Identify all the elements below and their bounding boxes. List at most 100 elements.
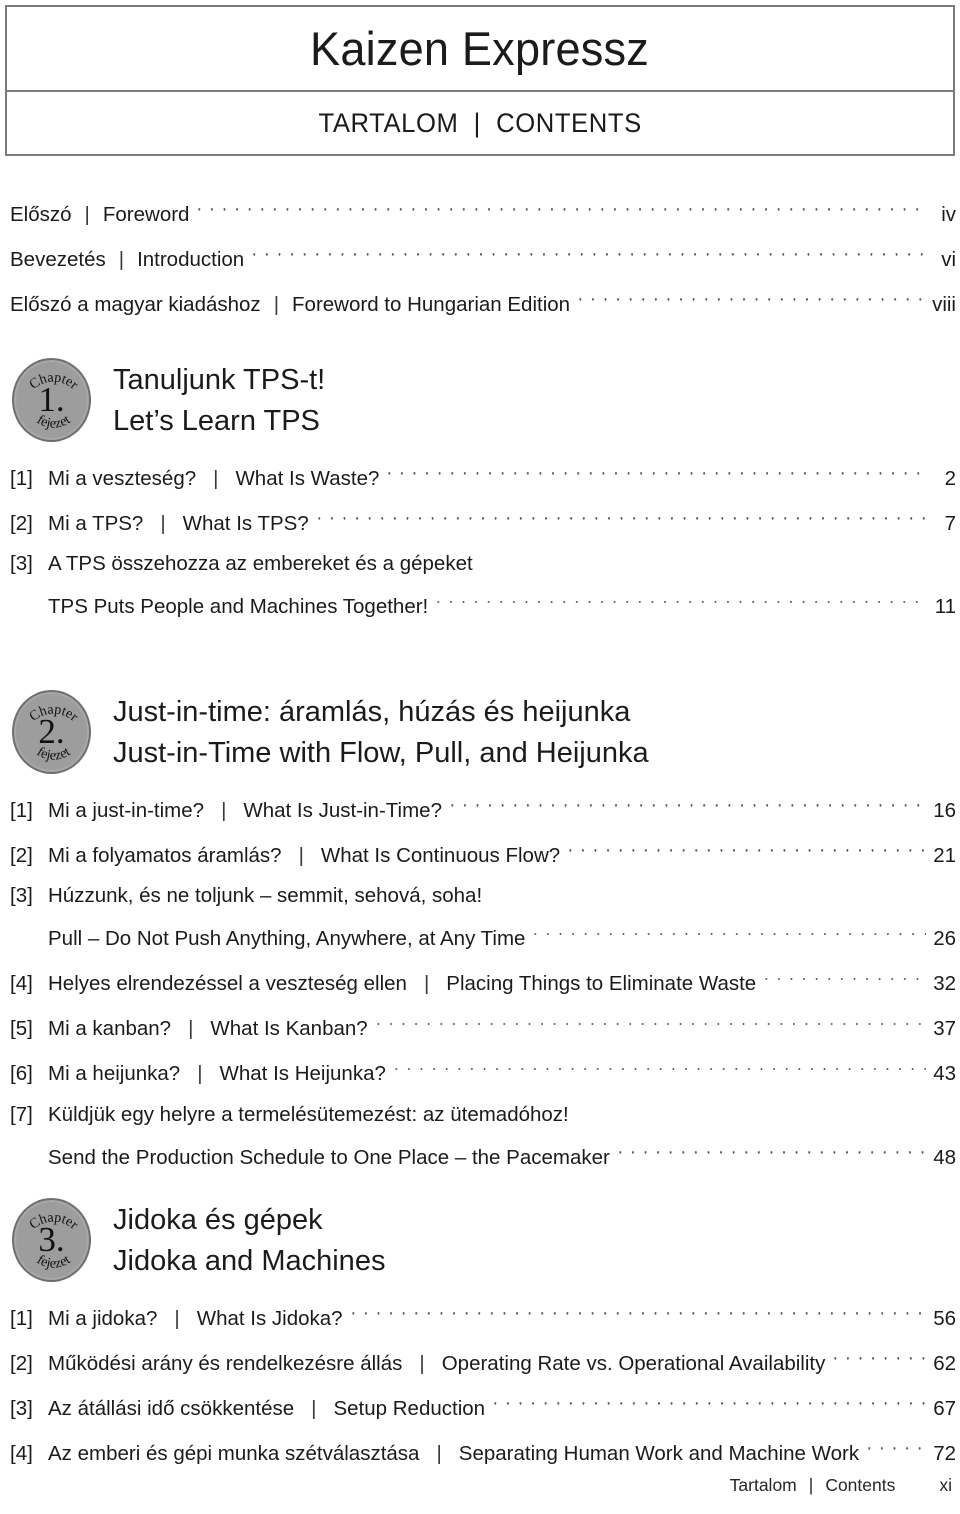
chapter-heading: Chapter fejezet 1. Tanuljunk TPS-t! Let’s Le… <box>10 358 956 450</box>
toc-entry-line[interactable]: [1] Mi a jidoka? | What Is Jidoka? 56 <box>10 1304 956 1329</box>
dot-leader <box>829 1349 926 1370</box>
footer-label-hu: Tartalom <box>729 1475 797 1495</box>
chapter-block: Chapter fejezet 2. Just-in-time: áramlás, h… <box>10 690 956 1188</box>
toc-entry-title-hu: Mi a heijunka? <box>48 1062 181 1085</box>
chapter-title-hu: Just-in-time: áramlás, húzás és heijunka <box>113 696 631 728</box>
toc-entry-title-en: Pull – Do Not Push Anything, Anywhere, a… <box>48 927 526 950</box>
toc-entry-separator: | <box>174 1306 180 1330</box>
chapter-title-group: Tanuljunk TPS-t! Let’s Learn TPS <box>113 358 956 442</box>
toc-entry-line[interactable]: [3] A TPS összehozza az embereket és a gé… <box>10 552 956 575</box>
toc-entry-title-en: Setup Reduction <box>333 1396 486 1420</box>
dot-leader <box>445 796 926 817</box>
front-matter-label-en: Foreword to Hungarian Edition <box>292 292 571 316</box>
front-matter-label-hu: Bevezetés <box>10 247 106 271</box>
toc-entry-line[interactable]: Send the Production Schedule to One Plac… <box>10 1143 956 1168</box>
dot-leader <box>312 509 926 530</box>
toc-entry-title-hu: Mi a veszteség? <box>48 466 197 490</box>
toc-entry-line[interactable]: [3] Húzzunk, és ne toljunk – semmit, seho… <box>10 885 956 907</box>
toc-entry-number: [1] <box>10 466 33 490</box>
chapter-title-hu: Jidoka és gépek <box>113 1204 323 1236</box>
book-title-row: Kaizen Expressz <box>7 7 953 92</box>
toc-entry-line[interactable]: [2] Működési arány és rendelkezésre állás… <box>10 1349 956 1374</box>
front-matter-row[interactable]: Előszó | Foreword iv <box>10 200 956 225</box>
toc-entry-line[interactable]: [3] Az átállási idő csökkentése | Setup Red… <box>10 1394 956 1419</box>
toc-entry-title-hu: Mi a TPS? <box>48 511 144 535</box>
toc-entry-separator: | <box>188 1017 194 1040</box>
toc-entry-title-en: Placing Things to Eliminate Waste <box>446 972 757 995</box>
toc-entry-title-hu: Küldjük egy helyre a termelésütemezést: … <box>48 1102 569 1126</box>
toc-entry-line[interactable]: [6] Mi a heijunka? | What Is Heijunka? 43 <box>10 1060 956 1085</box>
toc-entry-page-number: 48 <box>933 1145 956 1169</box>
toc-entry-line[interactable]: [1] Mi a veszteség? | What Is Waste? 2 <box>10 464 956 489</box>
front-matter-label-en: Foreword <box>102 202 190 226</box>
toc-entry-title-hu: Mi a jidoka? <box>48 1306 158 1330</box>
toc-entry-line[interactable]: [2] Mi a TPS? | What Is TPS? 7 <box>10 509 956 534</box>
toc-entry-page-number: 43 <box>933 1062 956 1085</box>
toc-page: Kaizen Expressz TARTALOM | CONTENTS Előszó… <box>0 0 960 1514</box>
toc-entry-page-number: 26 <box>933 927 956 950</box>
toc-entry-title-hu: Mi a folyamatos áramlás? <box>48 843 282 867</box>
toc-entry: [4] Helyes elrendezéssel a veszteség elle… <box>10 970 956 995</box>
toc-entry-number: [6] <box>10 1062 33 1085</box>
toc-entry-title-en: Separating Human Work and Machine Work <box>458 1441 860 1465</box>
chapter-title-hu: Tanuljunk TPS-t! <box>113 364 326 396</box>
front-matter-label-hu: Előszó <box>10 202 72 226</box>
front-matter-row[interactable]: Bevezetés | Introduction vi <box>10 245 956 270</box>
toc-entry-page-number: 56 <box>933 1306 956 1330</box>
toc-entry-line[interactable]: [4] Az emberi és gépi munka szétválasztás… <box>10 1439 956 1464</box>
toc-entry-title-en: What Is Jidoka? <box>196 1306 343 1330</box>
toc-entry-line[interactable]: [4] Helyes elrendezéssel a veszteség elle… <box>10 970 956 995</box>
toc-entry-line[interactable]: [2] Mi a folyamatos áramlás? | What Is Cont… <box>10 841 956 866</box>
dot-leader <box>760 970 926 991</box>
toc-entry-page-number: 21 <box>933 843 956 867</box>
toc-entry: [1] Mi a jidoka? | What Is Jidoka? 56 <box>10 1304 956 1329</box>
dot-leader <box>432 593 926 614</box>
front-matter-page-number: iv <box>941 202 956 226</box>
front-matter-label-en: Introduction <box>137 247 245 271</box>
dot-leader <box>371 1015 926 1036</box>
chapter-heading: Chapter fejezet 2. Just-in-time: áramlás, h… <box>10 690 956 782</box>
toc-entry-title-hu: Helyes elrendezéssel a veszteség ellen <box>48 972 407 995</box>
toc-entry-title-en: Send the Production Schedule to One Plac… <box>48 1145 610 1169</box>
chapter-title-en: Jidoka and Machines <box>113 1245 386 1278</box>
toc-entry-separator: | <box>221 798 227 822</box>
front-matter-separator: | <box>118 247 125 271</box>
dot-leader <box>574 290 926 311</box>
toc-entry-line[interactable]: TPS Puts People and Machines Together! 11 <box>10 593 956 618</box>
footer-page-number: xi <box>939 1475 952 1495</box>
contents-heading-separator: | <box>473 107 481 138</box>
toc-entry-page-number: 37 <box>933 1017 956 1040</box>
page-footer: Tartalom | Contents xi <box>0 1475 956 1496</box>
toc-entry-title-hu: A TPS összehozza az embereket és a gépek… <box>48 552 473 575</box>
chapter-title-group: Jidoka és gépek Jidoka and Machines <box>113 1198 956 1282</box>
toc-entry-page-number: 62 <box>933 1351 956 1375</box>
toc-entry-number: [1] <box>10 1306 33 1330</box>
toc-entry-line[interactable]: [5] Mi a kanban? | What Is Kanban? 37 <box>10 1015 956 1040</box>
toc-entry-line[interactable]: [1] Mi a just-in-time? | What Is Just-in-Ti… <box>10 796 956 821</box>
toc-entry: [3] Az átállási idő csökkentése | Setup Red… <box>10 1394 956 1419</box>
toc-entry-separator: | <box>160 511 166 535</box>
toc-entry: [3] A TPS összehozza az embereket és a gé… <box>10 552 956 618</box>
chapter-badge: Chapter fejezet 1. <box>12 358 91 442</box>
toc-entry-title-en: What Is Waste? <box>235 466 380 490</box>
toc-entry-separator: | <box>213 466 219 490</box>
front-matter-label-hu: Előszó a magyar kiadáshoz <box>10 292 261 316</box>
toc-entry-page-number: 2 <box>944 466 956 490</box>
toc-entry-line[interactable]: Pull – Do Not Push Anything, Anywhere, a… <box>10 925 956 950</box>
chapter-title-group: Just-in-time: áramlás, húzás és heijunka… <box>113 690 956 774</box>
toc-entry: [2] Mi a TPS? | What Is TPS? 7 <box>10 509 956 534</box>
toc-entry-number: [3] <box>10 552 33 575</box>
chapter-block: Chapter fejezet 3. Jidoka és gépek Jidoka an… <box>10 1198 956 1484</box>
front-matter-row[interactable]: Előszó a magyar kiadáshoz | Foreword to Hu… <box>10 290 956 315</box>
dot-leader <box>193 200 926 221</box>
toc-entry-number: [4] <box>10 972 33 995</box>
toc-entry-title-hu: Mi a kanban? <box>48 1017 172 1040</box>
book-title: Kaizen Expressz <box>310 22 650 75</box>
contents-heading-hu: TARTALOM <box>318 107 459 138</box>
toc-entry-line[interactable]: [7] Küldjük egy helyre a termelésütemezés… <box>10 1102 956 1126</box>
dot-leader <box>863 1439 926 1460</box>
toc-entry-number: [2] <box>10 511 33 535</box>
chapter-heading: Chapter fejezet 3. Jidoka és gépek Jidoka an… <box>10 1198 956 1290</box>
toc-entry-title-en: Operating Rate vs. Operational Availabil… <box>441 1351 826 1375</box>
front-matter-page-number: viii <box>932 292 956 316</box>
